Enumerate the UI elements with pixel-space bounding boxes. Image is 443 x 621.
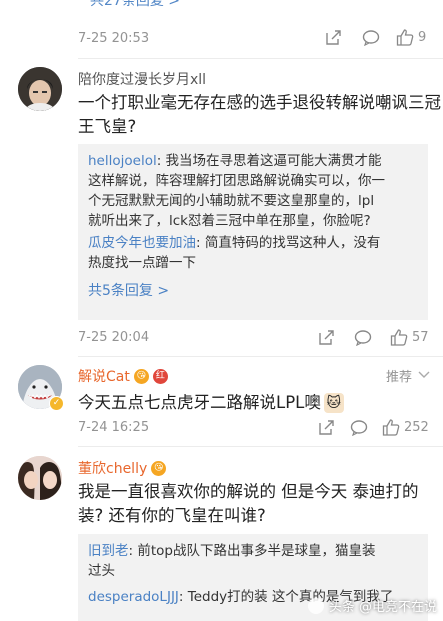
comment-time: 7-25 20:53 [78, 31, 150, 46]
more-replies-link[interactable]: 共5条回复 > [88, 280, 418, 300]
like-button[interactable]: 252 [382, 419, 429, 436]
watermark-text: 头条 @电竞不在说 [328, 600, 437, 615]
share-icon [319, 330, 334, 345]
commenter-row: 解说Cat 😘 红 [78, 366, 168, 386]
reply-text: 热度找一点蹭一下 [88, 255, 196, 271]
watermark: 头条 @电竞不在说 [307, 596, 437, 615]
share-button[interactable] [325, 29, 342, 46]
reply-item[interactable]: 瓜皮今年也要加油: 简直特码的找骂这种人，没有 热度找一点蹭一下 [88, 233, 418, 273]
reply-text: 个无冠默默无闻的小辅助就不要这皇那皇的，lpl [88, 193, 375, 209]
like-icon [390, 329, 408, 346]
comment-text-line: 装? 还有你的飞皇在叫谁? [78, 506, 266, 525]
comment-time: 7-24 16:25 [78, 420, 150, 435]
comment-icon [354, 330, 372, 346]
reply-text: 我当场在寻思着这逼可能大满贯才能 [165, 153, 382, 169]
reply-author[interactable]: 旧到老 [88, 543, 129, 559]
reply-author[interactable]: 瓜皮今年也要加油 [88, 235, 196, 251]
avatar-photo-icon [18, 456, 62, 500]
reply-text: 过头 [88, 563, 115, 579]
pinned-label: 推荐 [386, 370, 413, 385]
comment-button[interactable] [354, 329, 372, 346]
divider [78, 356, 443, 357]
cat-emoji-icon: 🐱 [323, 393, 344, 413]
reply-text: 这样解说，阵容理解打团思路解说确实可以，你一 [88, 173, 385, 189]
emoji-badge-icon: 😘 [151, 460, 167, 476]
avatar-photo-icon [18, 67, 62, 111]
reply-text: 前top战队下路出事多半是球皇，猫皇装 [137, 543, 376, 559]
share-button[interactable] [318, 419, 335, 436]
reply-item[interactable]: hellojoelol: 我当场在寻思着这逼可能大满贯才能 这样解说，阵容理解打… [88, 151, 418, 231]
divider [78, 446, 443, 447]
avatar[interactable] [18, 456, 62, 500]
like-count: 9 [418, 30, 427, 45]
reply-author[interactable]: desperadoLJJJ [88, 589, 179, 605]
comment-icon [362, 30, 380, 46]
reply-author[interactable]: hellojoelol [88, 153, 157, 169]
like-count: 57 [412, 330, 429, 345]
more-replies-link[interactable]: 共27条回复 > [90, 0, 180, 10]
divider [78, 58, 443, 59]
reply-text: 简直特码的找骂这种人，没有 [204, 235, 381, 251]
like-icon [396, 29, 414, 46]
like-icon [382, 419, 400, 436]
emoji-badge-icon: 😘 [133, 368, 149, 384]
share-button[interactable] [318, 329, 335, 346]
like-count: 252 [404, 420, 429, 435]
like-button[interactable]: 9 [396, 29, 426, 46]
comment-text-row: 今天五点七点虎牙二路解说LPL噢 🐱 [78, 391, 344, 415]
red-badge-icon: 红 [152, 368, 168, 384]
like-button[interactable]: 57 [390, 329, 429, 346]
share-icon [319, 420, 334, 435]
reply-box: hellojoelol: 我当场在寻思着这逼可能大满贯才能 这样解说，阵容理解打… [78, 144, 428, 320]
share-icon [326, 30, 341, 45]
commenter-row: 董欣chelly 😘 [78, 458, 167, 478]
more-icon[interactable] [418, 370, 430, 380]
comment-time: 7-25 20:04 [78, 330, 150, 345]
commenter-name[interactable]: 陪你度过漫长岁月xll [78, 69, 206, 89]
comment-text-line: 王飞皇? [78, 117, 137, 136]
toutiao-logo-icon [307, 597, 324, 614]
avatar[interactable] [18, 67, 62, 111]
reply-item[interactable]: 旧到老: 前top战队下路出事多半是球皇，猫皇装 过头 [88, 541, 418, 581]
vip-badge-icon: ✓ [49, 396, 64, 411]
comment-icon [350, 420, 368, 436]
reply-text: 就听出来了，lck怼着三冠中单在那皇，你脸呢? [88, 213, 371, 229]
commenter-name[interactable]: 解说Cat [78, 366, 130, 386]
commenter-name[interactable]: 董欣chelly [78, 458, 147, 478]
comment-button[interactable] [362, 29, 380, 46]
comment-text-line: 我是一直很喜欢你的解说的 但是今天 泰迪打的 [78, 482, 419, 501]
comment-text-line: 一个打职业毫无存在感的选手退役转解说嘲讽三冠 [78, 93, 441, 112]
comment-button[interactable] [350, 419, 368, 436]
comment-text: 今天五点七点虎牙二路解说LPL噢 [78, 393, 321, 412]
